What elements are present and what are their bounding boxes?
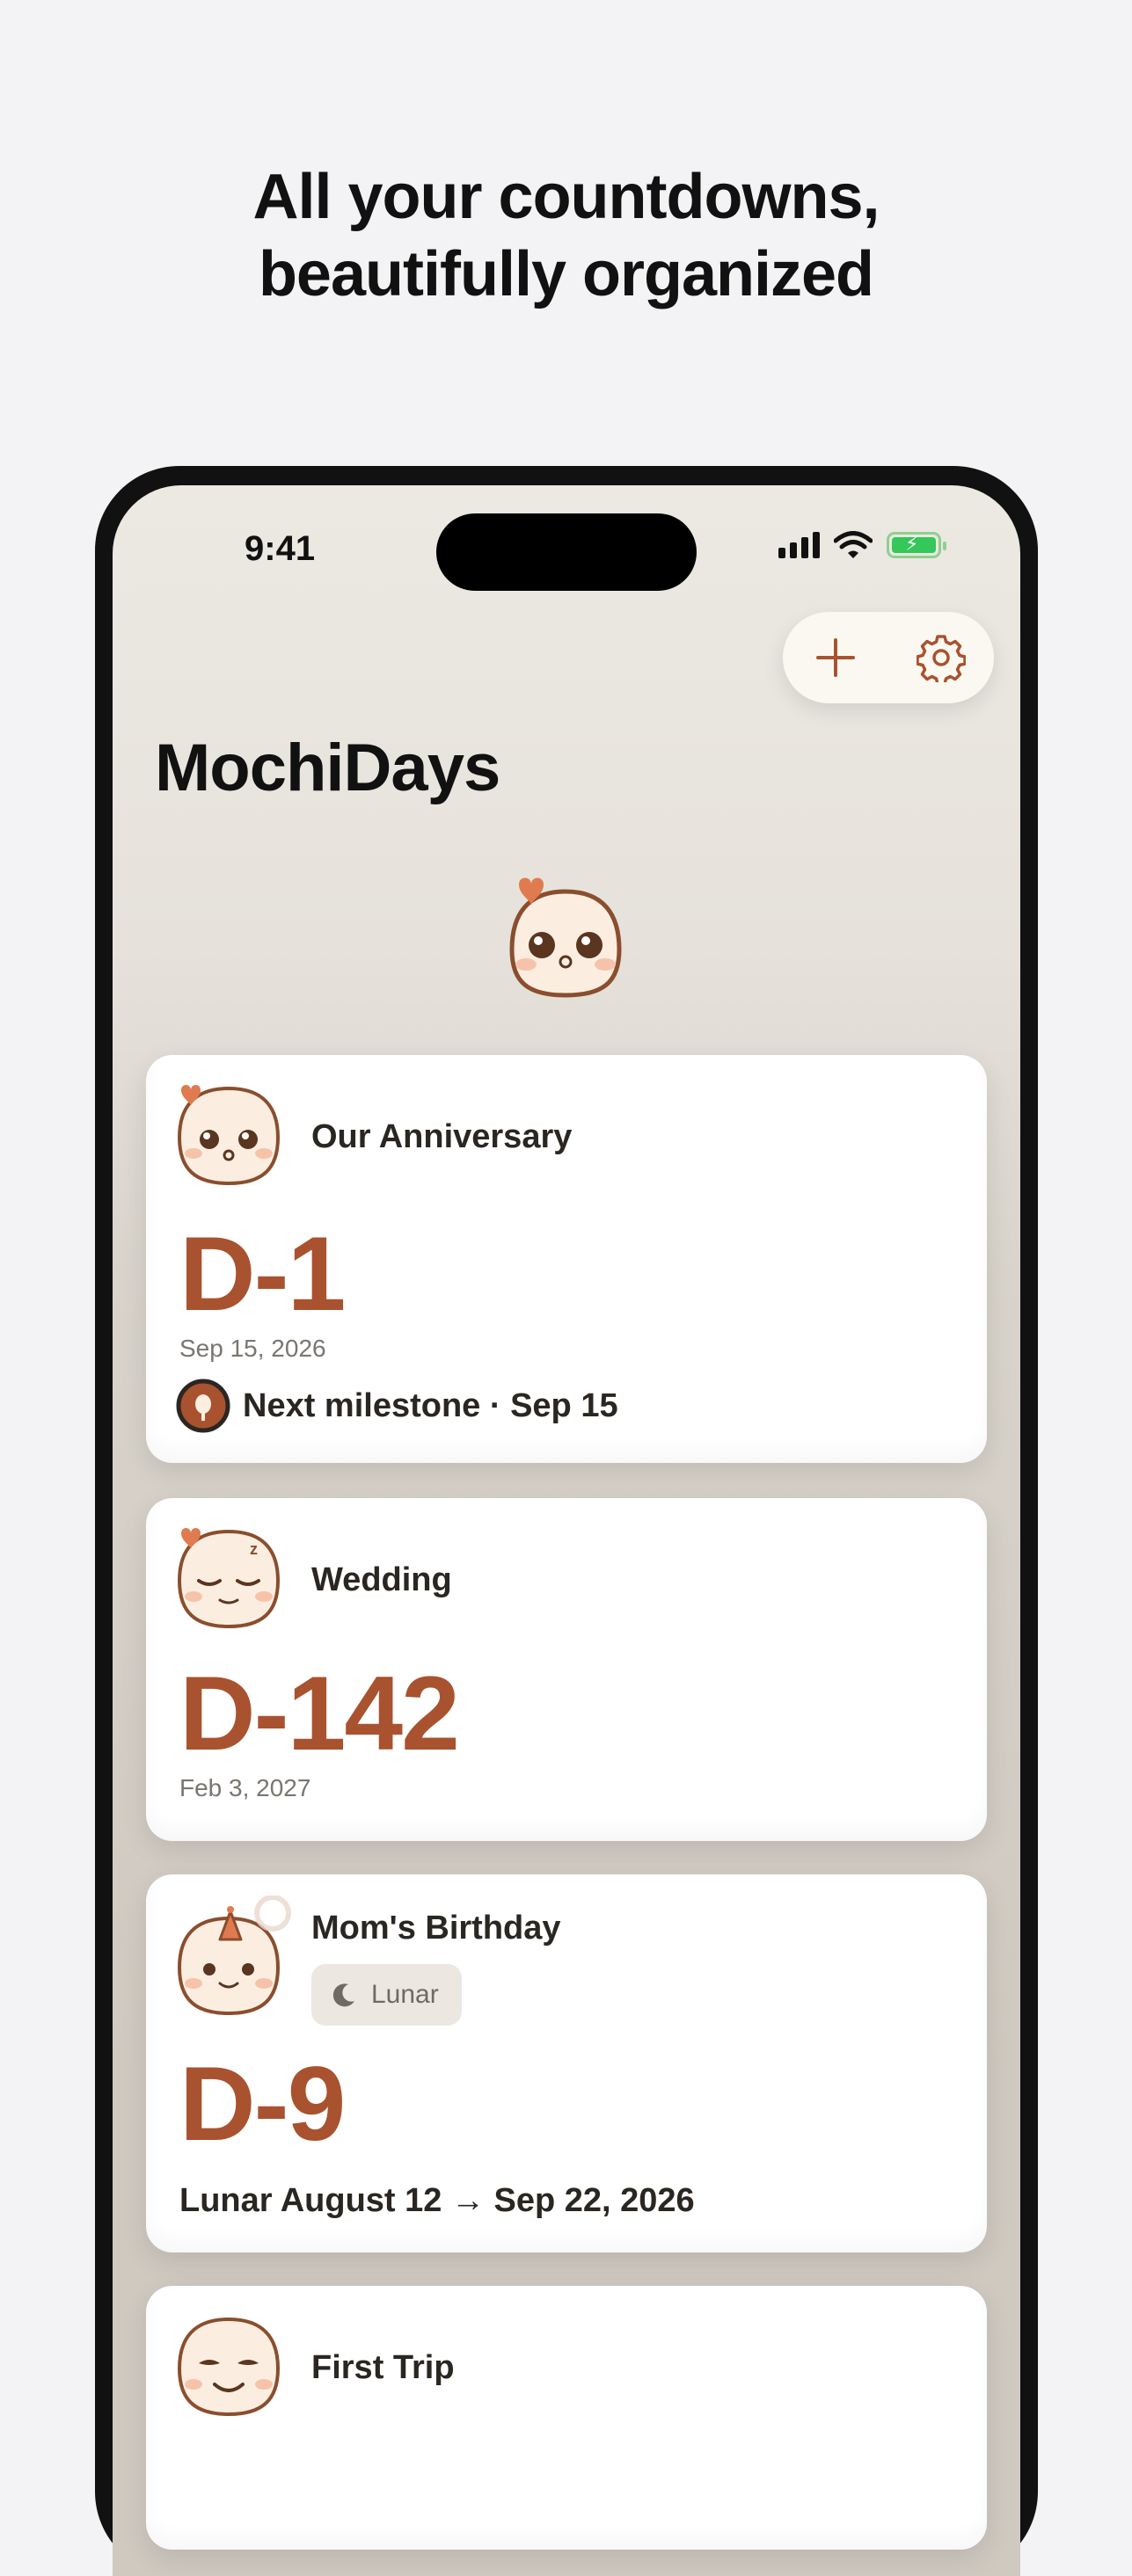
headline-line-1: All your countdowns, — [252, 162, 880, 232]
status-icons: ⚡ — [778, 531, 946, 559]
app-screen: 9:41 ⚡ MochiDays Our Anniversary D-1 Sep… — [113, 485, 1020, 2576]
headline-line-2: beautifully organized — [258, 239, 874, 309]
event-date: Sep 15, 2026 — [179, 1335, 326, 1362]
countdown-card[interactable]: z Wedding D-142 Feb 3, 2027 — [146, 1498, 987, 1841]
card-title: Wedding — [311, 1561, 452, 1598]
phone-frame: 9:41 ⚡ MochiDays Our Anniversary D-1 Sep… — [95, 466, 1038, 2576]
add-countdown-button[interactable] — [800, 622, 871, 693]
app-title: MochiDays — [155, 731, 500, 805]
svg-text:z: z — [250, 1540, 258, 1558]
countdown-card[interactable]: Our Anniversary D-1 Sep 15, 2026 Next mi… — [146, 1055, 987, 1463]
moon-icon — [332, 1983, 354, 2007]
milestone-row: Next milestone · Sep 15 — [176, 1379, 618, 1433]
countdown-card[interactable]: Mom's Birthday Lunar D-9 Lunar August 12… — [146, 1874, 987, 2252]
plus-icon — [816, 638, 855, 677]
mochi-mascot-icon — [509, 877, 622, 998]
dday-value: D-9 — [179, 2045, 346, 2163]
lunar-badge-label: Lunar — [371, 1980, 439, 2009]
promo-headline: All your countdowns, beautifully organiz… — [0, 158, 1132, 313]
milestone-text: Next milestone · Sep 15 — [243, 1386, 618, 1424]
countdown-card[interactable]: First Trip — [146, 2286, 987, 2550]
mochi-sleepy-avatar-icon: z — [177, 1528, 281, 1629]
lunar-date-line: Lunar August 12 → Sep 22, 2026 — [179, 2182, 695, 2219]
top-toolbar — [783, 612, 994, 703]
gear-icon — [917, 635, 966, 682]
settings-button[interactable] — [906, 622, 976, 693]
event-date: Feb 3, 2027 — [179, 1774, 311, 1801]
milestone-badge-icon — [176, 1379, 230, 1433]
card-title: Our Anniversary — [311, 1118, 573, 1155]
card-title: Mom's Birthday — [311, 1910, 561, 1947]
mochi-party-avatar-icon — [177, 1896, 291, 2016]
dynamic-island — [436, 513, 697, 591]
cellular-signal-icon — [778, 532, 820, 558]
card-title: First Trip — [311, 2349, 455, 2386]
wifi-icon — [834, 531, 873, 558]
mochi-smug-avatar-icon — [177, 2317, 281, 2417]
dday-value: D-1 — [179, 1215, 346, 1333]
battery-icon: ⚡ — [887, 532, 946, 558]
mochi-heart-avatar-icon — [177, 1085, 281, 1186]
dday-value: D-142 — [179, 1655, 460, 1772]
status-time: 9:41 — [245, 529, 316, 568]
lunar-badge: Lunar — [311, 1964, 462, 2026]
